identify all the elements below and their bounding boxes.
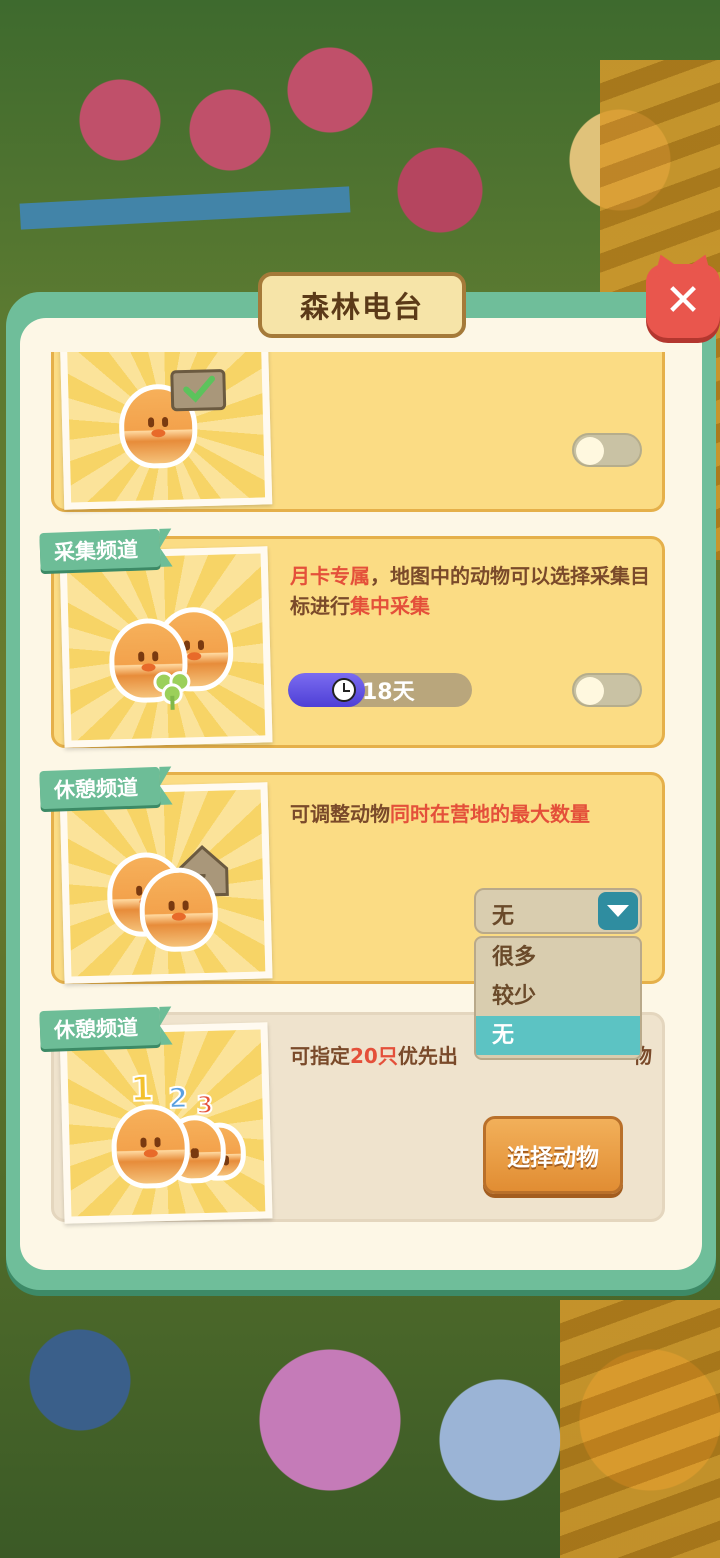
channel-description: 月卡专属，地图中的动物可以选择采集目标进行集中采集 <box>290 561 660 621</box>
collect-channel-toggle[interactable] <box>572 673 642 707</box>
desc-part: 优先出 <box>397 1044 458 1068</box>
max-count-select[interactable]: 无 <box>474 888 642 934</box>
timer-label: 18天 <box>362 680 415 705</box>
clock-icon <box>332 678 356 702</box>
close-icon: ✕ <box>664 275 702 326</box>
channel-ribbon: 休憩频道 <box>39 766 161 810</box>
desc-part: 月卡专属 <box>290 564 370 588</box>
close-button[interactable]: ✕ <box>646 264 720 338</box>
channel-ribbon: 采集频道 <box>39 528 161 572</box>
autumn-trees-decoration-bottom <box>560 1300 720 1558</box>
channel-description: 可调整动物同时在营地的最大数量 <box>290 799 660 829</box>
svg-text:3: 3 <box>196 1091 213 1117</box>
dropdown-option-many[interactable]: 很多 <box>476 938 640 977</box>
desc-part: 20只 <box>350 1044 398 1068</box>
month-card-timer: 18天 <box>288 673 472 707</box>
channel-thumbnail <box>59 352 273 510</box>
dialog-title: 森林电台 <box>299 290 424 324</box>
channel-card-top <box>51 352 665 512</box>
max-count-dropdown: 很多 较少 无 <box>474 936 642 1060</box>
toggle-knob <box>576 677 604 705</box>
dialog-title-plate: 森林电台 <box>246 272 478 338</box>
select-animals-button[interactable]: 选择动物 <box>483 1116 623 1194</box>
dropdown-option-none[interactable]: 无 <box>476 1016 640 1055</box>
dropdown-option-few[interactable]: 较少 <box>476 977 640 1016</box>
toggle-knob <box>576 437 604 465</box>
channel-thumbnail: z <box>59 782 273 984</box>
clover-icon <box>153 671 191 710</box>
channel-thumbnail: 1 2 3 <box>59 1022 273 1224</box>
desc-part: 同时在营地的最大数量 <box>390 802 590 826</box>
chevron-down-icon[interactable] <box>598 892 638 930</box>
desc-part: 可调整动物 <box>290 802 390 826</box>
channel-thumbnail <box>59 546 273 748</box>
channel-ribbon: 休憩频道 <box>39 1006 161 1050</box>
channel-toggle-top[interactable] <box>572 433 642 467</box>
select-value: 无 <box>492 904 515 929</box>
desc-part: 可指定 <box>290 1044 350 1068</box>
check-sign-icon <box>170 369 227 412</box>
desc-part: 集中采集 <box>350 594 430 618</box>
collect-channel-card: 采集频道 月卡专属，地图中的动物可以选择采集目标进行集中采集 18天 <box>39 528 665 748</box>
